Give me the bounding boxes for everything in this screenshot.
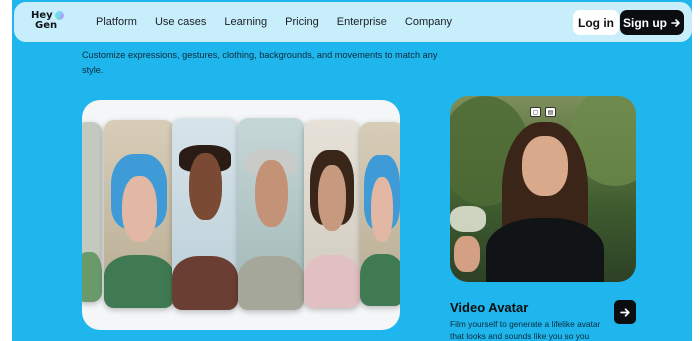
login-button[interactable]: Log in: [573, 10, 619, 35]
logo-text-line2: Gen: [35, 20, 58, 31]
nav-link-platform[interactable]: Platform: [96, 16, 137, 28]
nav-link-pricing[interactable]: Pricing: [285, 16, 319, 28]
avatar-panel: [304, 120, 360, 308]
nav-link-use-cases[interactable]: Use cases: [155, 16, 206, 28]
nav-link-company[interactable]: Company: [405, 16, 452, 28]
signup-button-label: Sign up: [623, 15, 667, 30]
intro-paragraph: Customize expressions, gestures, clothin…: [82, 36, 452, 78]
avatar-panel: [360, 122, 400, 306]
arrow-right-icon: [619, 307, 630, 317]
avatar-variations-card[interactable]: [82, 100, 400, 330]
avatar-body: [486, 218, 604, 282]
page-left-margin: [0, 0, 12, 341]
arrow-right-icon: [671, 18, 680, 27]
avatar-face: [522, 136, 568, 196]
caption-icon[interactable]: ▤: [545, 107, 556, 117]
picture-in-picture-icon[interactable]: ▢: [530, 107, 541, 117]
signup-button[interactable]: Sign up: [620, 10, 684, 35]
avatar-panel: [172, 118, 238, 310]
avatar-hand: [454, 236, 480, 272]
nav-link-enterprise[interactable]: Enterprise: [337, 16, 387, 28]
heygen-logo[interactable]: Hey Gen: [31, 11, 65, 35]
intro-text: Customize expressions, gestures, clothin…: [82, 50, 438, 75]
avatar-panel: [238, 118, 304, 310]
page-right-margin: [692, 0, 700, 341]
feature-title: Video Avatar: [450, 300, 529, 315]
feature-arrow-button[interactable]: [614, 300, 636, 324]
avatar-panel: [82, 122, 102, 302]
logo-mark-icon: [55, 11, 64, 20]
avatar-panel: [104, 120, 174, 308]
nav-link-learning[interactable]: Learning: [224, 16, 267, 28]
login-button-label: Log in: [578, 15, 614, 30]
background-flowers: [450, 206, 486, 232]
video-avatar-preview[interactable]: ▢ ▤: [450, 96, 636, 282]
feature-description: Film yourself to generate a lifelike ava…: [450, 319, 601, 341]
intro-faded-line: [82, 36, 452, 48]
